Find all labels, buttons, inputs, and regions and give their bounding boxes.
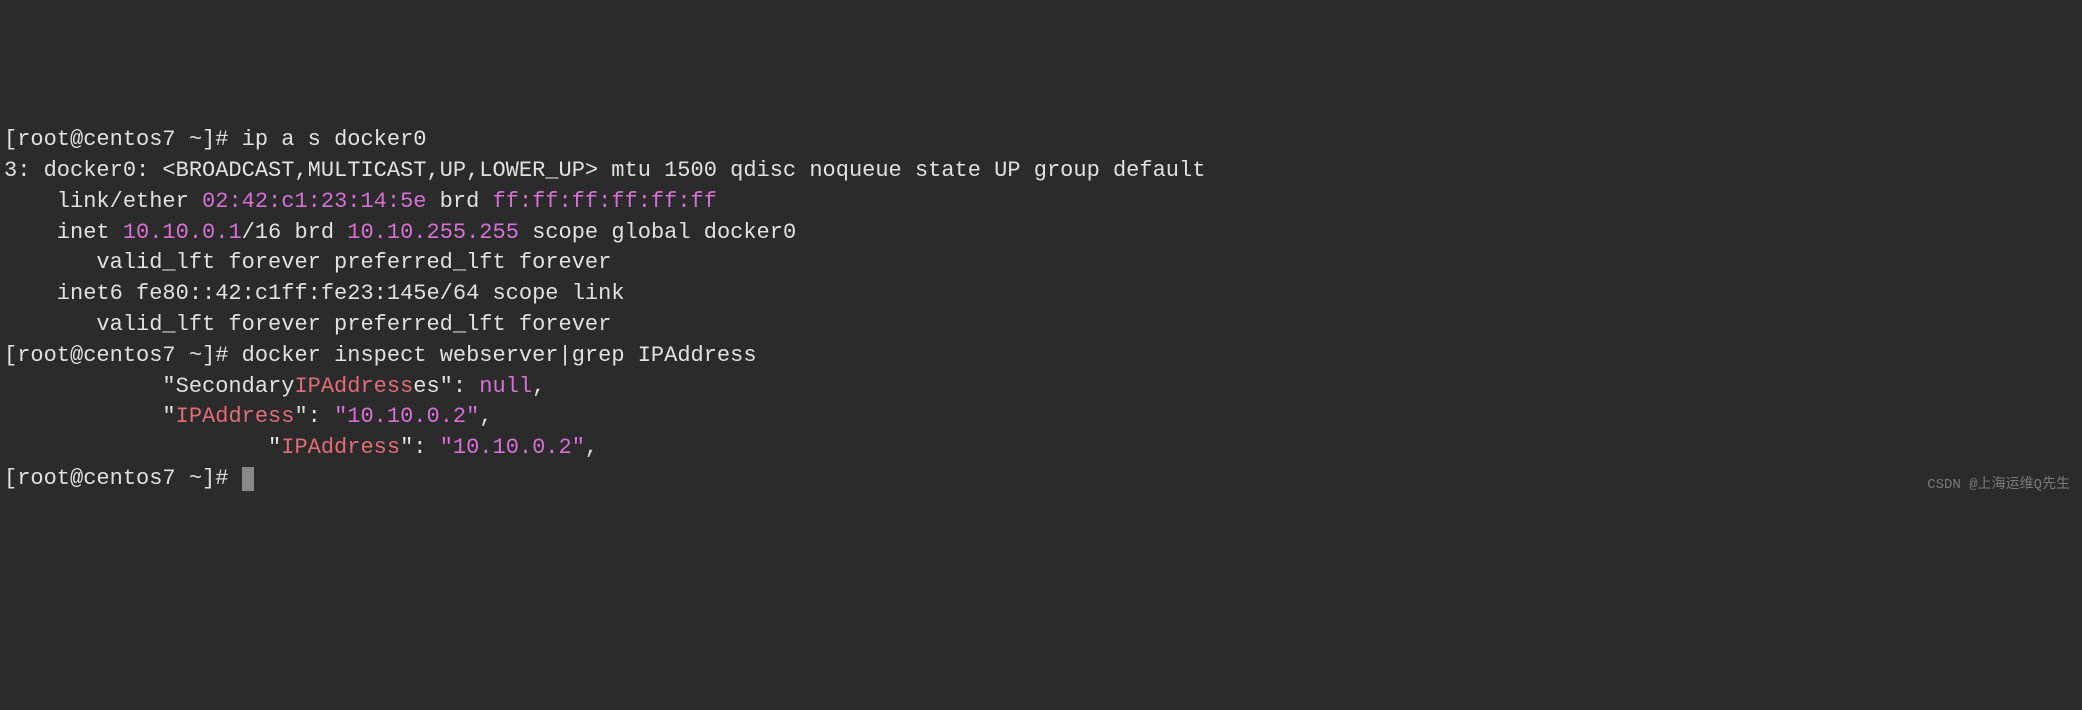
prompt-hash: # [215,343,241,368]
prompt-host: centos7 [83,466,175,491]
output-text: "Secondary [4,374,294,399]
prompt-user: root [17,343,70,368]
output-text: ": [294,404,334,429]
grep-match: IPAddress [281,435,400,460]
output-line: valid_lft forever preferred_lft forever [4,312,611,337]
output-text: " [4,404,176,429]
prompt-close: ] [202,343,215,368]
prompt-at: @ [70,466,83,491]
ip-value: "10.10.0.2" [440,435,585,460]
broadcast-mac: ff:ff:ff:ff:ff:ff [493,189,717,214]
output-text: brd [426,189,492,214]
output-line: inet [4,220,123,245]
prompt-space [176,127,189,152]
prompt-close: ] [202,466,215,491]
watermark: CSDN @上海运维Q先生 [1927,476,2070,496]
output-line: link/ether [4,189,202,214]
broadcast-ip: 10.10.255.255 [347,220,519,245]
output-line: valid_lft forever preferred_lft forever [4,250,611,275]
mac-address: 02:42:c1:23:14:5e [202,189,426,214]
prompt-open: [ [4,466,17,491]
json-null: null [479,374,532,399]
prompt-hash: # [215,127,241,152]
prompt-host: centos7 [83,127,175,152]
prompt-line-3[interactable]: [root@centos7 ~]# [4,466,254,491]
cursor-icon[interactable] [242,467,254,491]
prompt-hash: # [215,466,241,491]
prompt-path: ~ [189,127,202,152]
prompt-path: ~ [189,343,202,368]
output-text: /16 brd [242,220,348,245]
command-2: docker inspect webserver|grep IPAddress [242,343,757,368]
output-text: , [479,404,492,429]
prompt-open: [ [4,343,17,368]
grep-match: IPAddress [176,404,295,429]
prompt-at: @ [70,343,83,368]
prompt-space [176,466,189,491]
command-1: ip a s docker0 [242,127,427,152]
prompt-line-2: [root@centos7 ~]# docker inspect webserv… [4,343,757,368]
prompt-path: ~ [189,466,202,491]
terminal-output: [root@centos7 ~]# ip a s docker0 3: dock… [4,125,2078,495]
prompt-user: root [17,127,70,152]
prompt-at: @ [70,127,83,152]
output-text: " [4,435,281,460]
output-text: , [532,374,545,399]
inet-address: 10.10.0.1 [123,220,242,245]
output-text: scope global docker0 [519,220,796,245]
prompt-open: [ [4,127,17,152]
output-text: , [585,435,598,460]
prompt-user: root [17,466,70,491]
prompt-space [176,343,189,368]
output-text: ": [400,435,440,460]
prompt-host: centos7 [83,343,175,368]
prompt-line-1: [root@centos7 ~]# ip a s docker0 [4,127,427,152]
prompt-close: ] [202,127,215,152]
output-text: es": [413,374,479,399]
output-line: inet6 fe80::42:c1ff:fe23:145e/64 scope l… [4,281,625,306]
grep-match: IPAddress [294,374,413,399]
output-line: 3: docker0: <BROADCAST,MULTICAST,UP,LOWE… [4,158,1205,183]
ip-value: "10.10.0.2" [334,404,479,429]
